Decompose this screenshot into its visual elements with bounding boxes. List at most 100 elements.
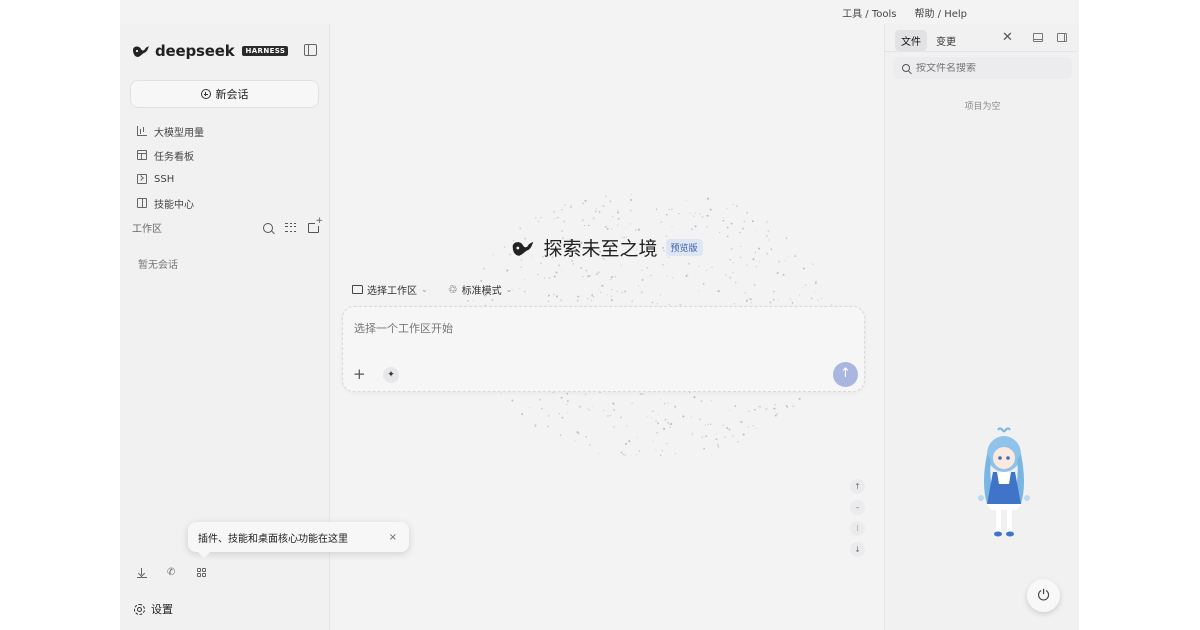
close-icon[interactable]: ✕ xyxy=(1002,30,1013,45)
particle-dot xyxy=(802,287,804,289)
tooltip-close-button[interactable]: × xyxy=(389,532,397,543)
particle-dot xyxy=(595,207,597,210)
tab-files[interactable]: 文件 xyxy=(895,30,927,51)
particle-dot xyxy=(620,416,622,419)
particle-dot xyxy=(726,226,729,229)
particle-dot xyxy=(753,408,756,411)
bottom-panel-icon[interactable] xyxy=(1033,33,1043,42)
particle-dot xyxy=(612,216,614,218)
send-button[interactable]: ↑ xyxy=(833,362,858,387)
particle-dot xyxy=(523,290,526,293)
particle-dot xyxy=(472,300,474,302)
mode-selector-label: 标准模式 xyxy=(461,286,502,297)
particle-dot xyxy=(560,396,563,399)
chevron-down-icon: ⌄ xyxy=(421,285,428,294)
particle-dot xyxy=(519,227,522,230)
particle-dot xyxy=(755,427,757,429)
particle-dot xyxy=(701,436,703,438)
phone-icon[interactable]: ✆ xyxy=(167,568,177,578)
mascot-avatar[interactable] xyxy=(973,424,1035,544)
tab-changes[interactable]: 变更 xyxy=(930,30,962,51)
particle-dot xyxy=(660,221,662,223)
particle-dot xyxy=(740,420,743,424)
particle-dot xyxy=(624,454,626,456)
download-icon[interactable] xyxy=(137,568,147,578)
new-folder-icon[interactable] xyxy=(308,216,323,233)
particle-dot xyxy=(558,264,560,267)
scroll-middle-icon[interactable]: – xyxy=(850,500,865,515)
particle-dot xyxy=(563,220,566,223)
particle-dot xyxy=(642,393,644,395)
particle-dot xyxy=(715,438,718,440)
particle-dot xyxy=(638,450,641,452)
particle-dot xyxy=(798,294,801,296)
particle-dot xyxy=(600,291,602,294)
particle-dot xyxy=(699,213,701,215)
settings-button[interactable]: 设置 xyxy=(134,601,173,617)
scroll-step-icon[interactable]: ⁝ xyxy=(850,521,865,536)
hero-title: 探索未至之境 xyxy=(543,238,658,260)
power-button[interactable]: ⏻ xyxy=(1027,579,1060,612)
particle-dot xyxy=(610,295,613,297)
right-panel-icon[interactable] xyxy=(1057,33,1067,42)
chevron-down-icon: ⌄ xyxy=(505,285,513,294)
particle-dot xyxy=(726,208,728,210)
sidebar-item-task-board[interactable]: 任务看板 xyxy=(137,143,204,167)
particle-dot xyxy=(749,298,752,301)
particle-dot xyxy=(577,295,580,298)
particle-dot xyxy=(491,299,494,301)
whale-icon xyxy=(133,46,149,57)
scroll-bottom-icon[interactable]: ↓ xyxy=(850,542,865,557)
particle-dot xyxy=(664,402,666,405)
sidebar-item-usage[interactable]: 大模型用量 xyxy=(137,119,204,143)
file-search-input[interactable] xyxy=(916,62,1066,74)
workspace-selector[interactable]: 选择工作区 ⌄ xyxy=(352,282,428,297)
sidebar-item-ssh[interactable]: SSH xyxy=(137,167,204,191)
particle-dot xyxy=(674,405,677,408)
particle-dot xyxy=(748,410,750,412)
particle-dot xyxy=(690,416,693,418)
particle-dot xyxy=(518,288,520,290)
particle-dot xyxy=(558,413,560,415)
particle-dot xyxy=(709,208,712,211)
particle-dot xyxy=(592,217,595,220)
filter-icon[interactable] xyxy=(285,221,296,233)
sparkle-icon[interactable]: ✦ xyxy=(383,367,399,383)
particle-dot xyxy=(715,432,718,435)
particle-dot xyxy=(547,414,550,417)
particle-dot xyxy=(722,219,725,222)
particle-dot xyxy=(820,297,823,300)
particle-dot xyxy=(640,291,643,294)
particle-dot xyxy=(769,301,772,304)
workspace-header: 工作区 xyxy=(132,216,323,235)
particle-dot xyxy=(698,418,701,421)
apps-icon[interactable] xyxy=(197,568,207,578)
sidebar-item-skills[interactable]: 技能中心 xyxy=(137,191,204,215)
particle-dot xyxy=(657,422,659,425)
particle-dot xyxy=(547,300,549,302)
particle-dot xyxy=(689,392,691,394)
search-icon[interactable] xyxy=(263,222,273,233)
particle-dot xyxy=(798,397,801,400)
particle-dot xyxy=(678,212,680,215)
scroll-top-icon[interactable]: ↑ xyxy=(850,479,865,494)
particle-dot xyxy=(732,272,734,274)
particle-dot xyxy=(776,413,778,415)
menu-tools[interactable]: 工具 / Tools xyxy=(842,5,896,20)
particle-dot xyxy=(671,226,673,228)
new-chat-button[interactable]: 新会话 xyxy=(130,80,319,108)
particle-dot xyxy=(591,294,594,297)
particle-dot xyxy=(706,225,708,228)
menu-help[interactable]: 帮助 / Help xyxy=(914,5,967,20)
mode-selector[interactable]: ♲ 标准模式 ⌄ xyxy=(448,282,513,298)
particle-dot xyxy=(732,203,734,206)
particle-dot xyxy=(746,264,748,266)
particle-dot xyxy=(691,434,693,436)
particle-dot xyxy=(814,291,816,293)
particle-dot xyxy=(630,454,632,456)
particle-dot xyxy=(746,212,748,214)
add-attachment-icon[interactable]: + xyxy=(353,367,366,382)
composer-input[interactable] xyxy=(354,317,794,339)
toggle-sidebar-icon[interactable] xyxy=(304,44,317,56)
particle-dot xyxy=(609,278,612,281)
